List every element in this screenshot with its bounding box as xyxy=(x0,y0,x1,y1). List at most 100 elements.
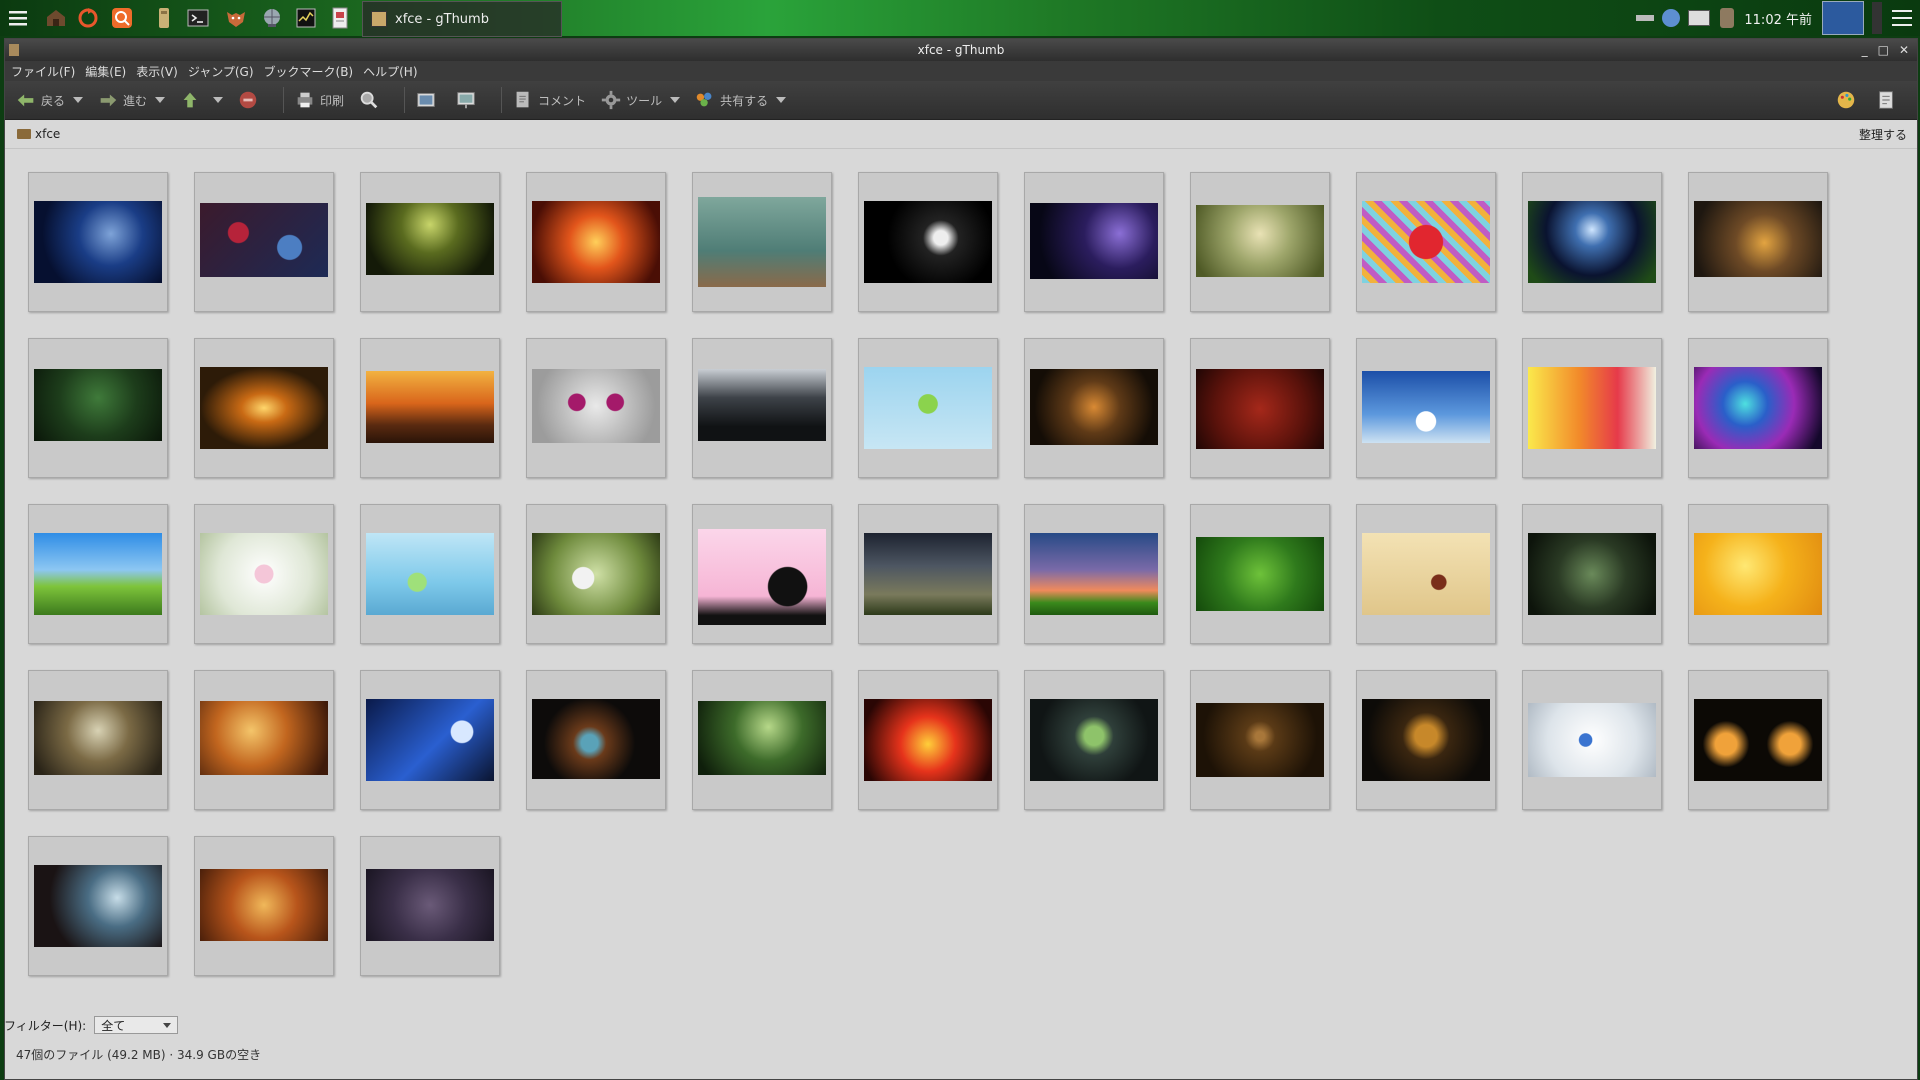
menu-file[interactable]: ファイル(F) xyxy=(11,63,75,80)
thumbnail[interactable] xyxy=(360,836,500,976)
thumbnail[interactable] xyxy=(194,338,334,478)
document-viewer-icon[interactable] xyxy=(326,4,354,32)
fullscreen-button[interactable] xyxy=(413,85,443,115)
tools-button[interactable]: ツール xyxy=(598,85,682,115)
thumbnail[interactable] xyxy=(194,172,334,312)
thumbnail[interactable] xyxy=(1190,338,1330,478)
thumbnail[interactable] xyxy=(858,338,998,478)
thumbnail[interactable] xyxy=(1190,670,1330,810)
up-dropdown-icon[interactable] xyxy=(213,97,224,103)
stop-button[interactable] xyxy=(235,85,265,115)
thumbnail[interactable] xyxy=(360,670,500,810)
thumbnail[interactable] xyxy=(1688,338,1828,478)
menu-edit[interactable]: 編集(E) xyxy=(85,63,126,80)
back-button[interactable]: 戻る xyxy=(13,85,85,115)
taskbar-window-button[interactable]: xfce - gThumb xyxy=(362,1,562,37)
minimize-icon[interactable]: _ xyxy=(1862,39,1868,61)
thumbnail[interactable] xyxy=(194,504,334,644)
thumbnail[interactable] xyxy=(1688,172,1828,312)
clock[interactable]: 11:02 午前 xyxy=(1744,9,1812,28)
forward-dropdown-icon[interactable] xyxy=(155,97,166,103)
archive-icon[interactable] xyxy=(150,4,178,32)
up-button[interactable] xyxy=(177,85,225,115)
thumbnail[interactable] xyxy=(194,836,334,976)
share-button[interactable]: 共有する xyxy=(692,85,788,115)
thumbnail[interactable] xyxy=(1356,670,1496,810)
thumbnail[interactable] xyxy=(692,172,832,312)
thumbnail[interactable] xyxy=(526,670,666,810)
home-folder-icon[interactable] xyxy=(42,4,70,32)
thumbnail[interactable] xyxy=(360,338,500,478)
tray-menu-icon[interactable] xyxy=(1892,10,1912,26)
network-status-icon[interactable] xyxy=(1662,9,1681,27)
thumbnail[interactable] xyxy=(1356,172,1496,312)
display-icon[interactable] xyxy=(1688,10,1711,26)
maximize-icon[interactable]: □ xyxy=(1878,39,1889,61)
slideshow-button[interactable] xyxy=(453,85,483,115)
thumbnail[interactable] xyxy=(526,172,666,312)
thumbnail[interactable] xyxy=(858,504,998,644)
share-dropdown-icon[interactable] xyxy=(776,97,787,103)
thumbnail[interactable] xyxy=(858,670,998,810)
thumbnail[interactable] xyxy=(1522,172,1662,312)
menu-view[interactable]: 表示(V) xyxy=(136,63,178,80)
thumbnail[interactable] xyxy=(28,504,168,644)
current-folder[interactable]: xfce xyxy=(35,127,60,141)
filter-select[interactable]: 全て xyxy=(94,1016,179,1034)
thumbnail[interactable] xyxy=(1522,670,1662,810)
thumbnail[interactable] xyxy=(28,172,168,312)
thumbnail[interactable] xyxy=(1522,504,1662,644)
window-menu-icon[interactable] xyxy=(9,39,19,61)
folder-icon xyxy=(17,129,31,139)
thumbnail[interactable] xyxy=(692,504,832,644)
window-titlebar[interactable]: xfce - gThumb _ □ ✕ xyxy=(5,39,1917,61)
thumbnail[interactable] xyxy=(1190,504,1330,644)
close-icon[interactable]: ✕ xyxy=(1899,39,1909,61)
thumbnail[interactable] xyxy=(692,338,832,478)
thumbnail[interactable] xyxy=(1024,172,1164,312)
thumbnail[interactable] xyxy=(1688,670,1828,810)
system-monitor-icon[interactable] xyxy=(292,4,320,32)
forward-button[interactable]: 進む xyxy=(95,85,167,115)
thumbnail[interactable] xyxy=(28,338,168,478)
tools-dropdown-icon[interactable] xyxy=(670,97,681,103)
thumbnail[interactable] xyxy=(1024,670,1164,810)
thumbnail[interactable] xyxy=(194,670,334,810)
thumbnail[interactable] xyxy=(1190,172,1330,312)
menu-help[interactable]: ヘルプ(H) xyxy=(363,63,417,80)
color-palette-button[interactable] xyxy=(1833,85,1863,115)
thumbnail[interactable] xyxy=(526,504,666,644)
workspace-2[interactable] xyxy=(1872,2,1882,34)
thumbnail[interactable] xyxy=(1024,338,1164,478)
thumbnail[interactable] xyxy=(28,836,168,976)
workspace-switcher[interactable] xyxy=(1822,1,1864,35)
menu-bookmarks[interactable]: ブックマーク(B) xyxy=(264,63,354,80)
thumbnail[interactable] xyxy=(1024,504,1164,644)
minimize-all-icon[interactable] xyxy=(1636,15,1655,21)
thumbnail[interactable] xyxy=(28,670,168,810)
network-globe-icon[interactable] xyxy=(258,4,286,32)
properties-icon xyxy=(1879,91,1893,109)
thumbnail[interactable] xyxy=(858,172,998,312)
volume-icon[interactable] xyxy=(1720,8,1735,28)
menu-icon[interactable] xyxy=(4,4,32,32)
thumbnail[interactable] xyxy=(360,504,500,644)
organize-button[interactable]: 整理する xyxy=(1859,126,1907,143)
thumbnail[interactable] xyxy=(692,670,832,810)
thumbnail[interactable] xyxy=(1522,338,1662,478)
thumbnail[interactable] xyxy=(360,172,500,312)
terminal-icon[interactable] xyxy=(184,4,212,32)
browser-fox-icon[interactable] xyxy=(222,4,250,32)
search-app-icon[interactable] xyxy=(108,4,136,32)
print-button[interactable]: 印刷 xyxy=(292,85,346,115)
thumbnail[interactable] xyxy=(1356,504,1496,644)
back-dropdown-icon[interactable] xyxy=(73,97,84,103)
properties-button[interactable] xyxy=(1873,85,1903,115)
menu-go[interactable]: ジャンプ(G) xyxy=(188,63,254,80)
thumbnail[interactable] xyxy=(1688,504,1828,644)
thumbnail[interactable] xyxy=(526,338,666,478)
comment-button[interactable]: コメント xyxy=(510,85,588,115)
thumbnail[interactable] xyxy=(1356,338,1496,478)
zoom-button[interactable] xyxy=(356,85,386,115)
refresh-icon[interactable] xyxy=(74,4,102,32)
